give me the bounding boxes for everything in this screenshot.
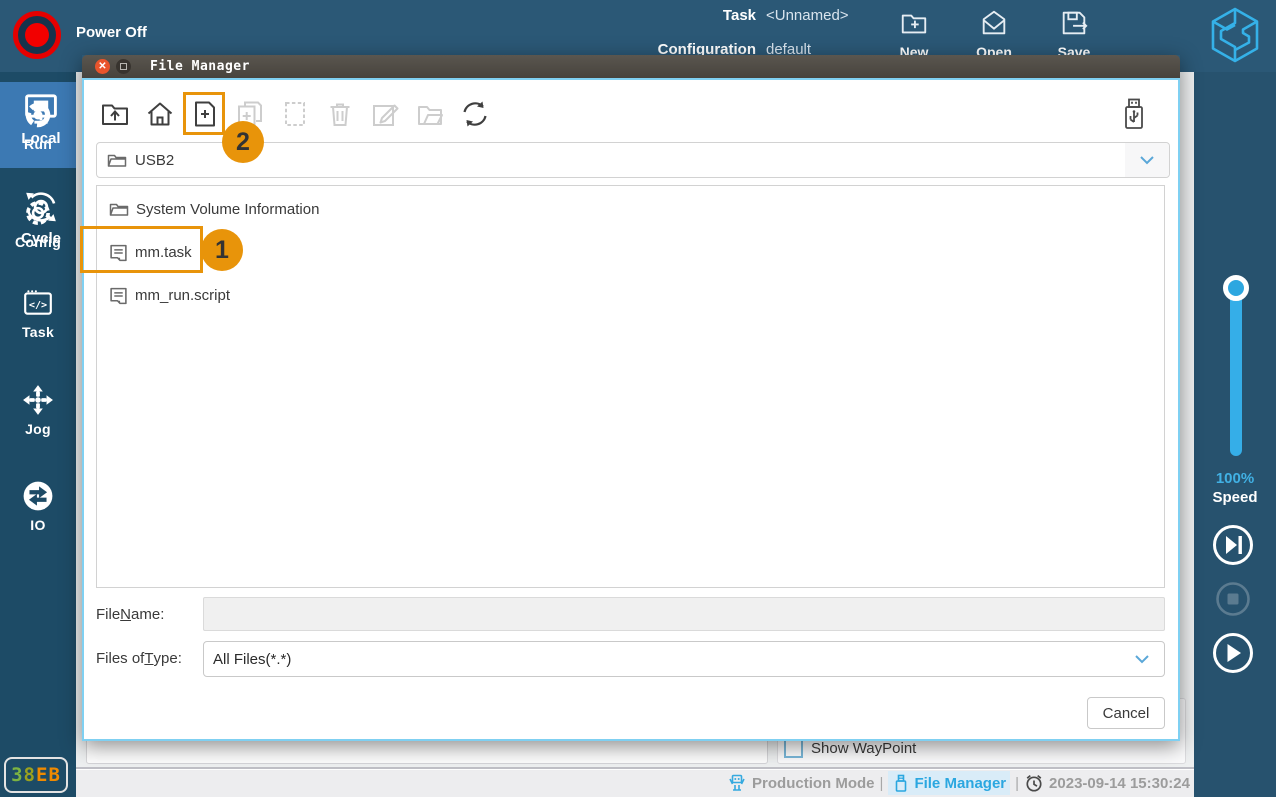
refresh-icon[interactable]: [460, 99, 490, 129]
clock-icon: [1026, 774, 1042, 792]
open-file-icon: [418, 106, 443, 125]
file-row-script[interactable]: mm_run.script: [97, 274, 1164, 317]
sidebar-item-task[interactable]: </> Task: [0, 270, 76, 356]
annotation-step1-badge: 1: [201, 229, 243, 271]
annotation-step2-box: [183, 92, 225, 135]
rename-icon: [373, 104, 399, 126]
stop-button[interactable]: [1215, 581, 1251, 617]
code-window-icon: </>: [24, 289, 52, 315]
play-button[interactable]: [1211, 631, 1255, 675]
dialog-body: USB2 System Volume Information mm.task m…: [82, 78, 1180, 741]
file-row-folder[interactable]: System Volume Information: [97, 188, 1164, 231]
dialog-titlebar[interactable]: ✕ File Manager: [82, 55, 1180, 78]
open-envelope-icon: [982, 10, 1006, 35]
folder-up-icon[interactable]: [100, 99, 130, 129]
sidebar-item-io[interactable]: IO: [0, 463, 76, 549]
file-name-label: File Name:: [96, 605, 165, 623]
page-label: File Manager: [914, 774, 1007, 792]
chevron-down-icon: [1125, 143, 1169, 177]
speed-percent-value: 100%: [1215, 470, 1255, 487]
usb-device-icon[interactable]: [1122, 96, 1146, 132]
status-separator: |: [1015, 774, 1020, 792]
folder-icon: [109, 203, 129, 216]
jog-arrows-icon: [23, 384, 53, 415]
checksum-badge: 38EB: [4, 757, 68, 793]
speed-slider-track[interactable]: [1230, 286, 1242, 456]
chevron-down-icon: [1120, 642, 1164, 676]
local-monitor-icon: [25, 94, 57, 124]
close-icon[interactable]: ✕: [95, 59, 110, 74]
production-mode-label: Production Mode: [752, 774, 875, 792]
annotation-step1-box: [80, 226, 203, 273]
file-name-input[interactable]: [203, 597, 1165, 631]
delete-icon: [330, 103, 350, 126]
dialog-title: File Manager: [150, 59, 250, 74]
usb-small-icon: [896, 774, 907, 792]
save-floppy-icon: [1062, 11, 1088, 35]
paste-icon: [285, 102, 305, 126]
cycle-mode-button[interactable]: Cycle: [0, 188, 82, 247]
left-sidebar: Run Config </> Task Jog IO 3 8 E B: [0, 72, 76, 797]
current-page-indicator[interactable]: File Manager: [888, 771, 1011, 795]
badge-char: B: [48, 764, 61, 786]
status-separator: |: [879, 774, 884, 792]
stop-icon: [1216, 582, 1250, 616]
badge-char: 3: [11, 764, 24, 786]
home-icon[interactable]: [145, 99, 175, 129]
status-timestamp: 2023-09-14 15:30:24: [1049, 774, 1190, 792]
show-waypoint-label: Show WayPoint: [811, 740, 917, 757]
badge-char: 8: [23, 764, 36, 786]
files-of-type-dropdown[interactable]: All Files(*.*): [203, 641, 1165, 677]
speed-label: Speed: [1212, 489, 1258, 506]
maximize-icon[interactable]: [116, 59, 131, 74]
files-of-type-label: Files of Type:: [96, 649, 182, 667]
brand-logo-icon: [1211, 7, 1259, 63]
status-bar: Production Mode | File Manager | 2023-09…: [76, 767, 1194, 797]
power-icon: [25, 23, 49, 47]
sidebar-item-jog[interactable]: Jog: [0, 367, 76, 453]
play-icon: [1213, 633, 1253, 673]
task-value: <Unnamed>: [766, 7, 849, 24]
badge-char: E: [36, 764, 49, 786]
file-manager-toolbar: [100, 99, 490, 129]
power-button[interactable]: [13, 11, 61, 59]
production-mode-icon: [729, 774, 745, 791]
save-task-button[interactable]: Save: [1042, 8, 1106, 60]
task-label: Task: [722, 7, 756, 24]
svg-text:</>: </>: [29, 299, 47, 310]
io-swap-icon: [23, 481, 53, 510]
step-icon: [1213, 525, 1253, 565]
power-status-label: Power Off: [76, 24, 147, 41]
new-folder-icon: [901, 14, 927, 34]
local-mode-button[interactable]: Local: [0, 92, 82, 147]
file-list: System Volume Information mm.task mm_run…: [96, 185, 1165, 588]
files-of-type-value: All Files(*.*): [213, 650, 292, 668]
show-waypoint-checkbox[interactable]: [784, 739, 803, 758]
file-icon: [110, 287, 127, 304]
open-task-button[interactable]: Open: [962, 8, 1026, 60]
annotation-step2-badge: 2: [222, 121, 264, 163]
step-button[interactable]: [1211, 523, 1255, 567]
folder-icon: [107, 154, 127, 167]
path-value: USB2: [135, 151, 175, 169]
new-task-button[interactable]: New: [882, 8, 946, 60]
file-row-task[interactable]: mm.task: [97, 231, 1164, 274]
speed-slider-handle[interactable]: [1223, 275, 1249, 301]
cancel-button[interactable]: Cancel: [1087, 697, 1165, 729]
cycle-icon: [26, 192, 56, 222]
